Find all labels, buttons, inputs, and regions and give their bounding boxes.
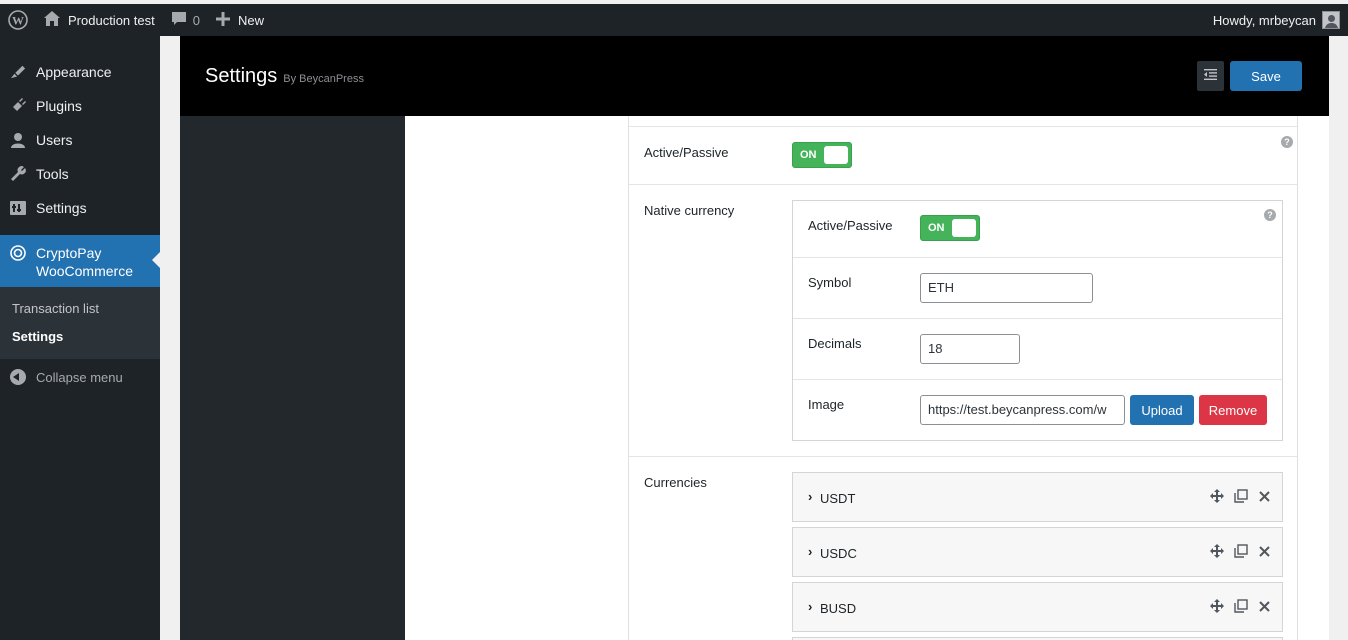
toggle-on-text: ON: [800, 149, 817, 161]
submenu-settings[interactable]: Settings: [0, 323, 160, 351]
close-icon[interactable]: [1257, 489, 1271, 503]
svg-text:W: W: [12, 14, 24, 28]
cryptopay-icon: [10, 245, 26, 261]
settings-nav-panel: [180, 116, 405, 640]
paintbrush-icon: [10, 64, 26, 80]
move-icon[interactable]: [1210, 599, 1224, 613]
plugin-icon: [10, 98, 26, 114]
collapse-menu-button[interactable]: Collapse menu: [0, 359, 160, 395]
image-url-input[interactable]: https://test.beycanpress.com/w: [920, 395, 1125, 425]
field-row-active-passive: Active/Passive ON ?: [629, 127, 1297, 185]
native-currency-label: Native currency: [644, 203, 735, 218]
sidebar-item-cryptopay[interactable]: CryptoPay WooCommerce: [0, 235, 160, 287]
page-title: Settings: [205, 64, 278, 87]
active-passive-toggle[interactable]: ON: [792, 142, 852, 168]
settings-panel: Settings By BeycanPress Save Active/Pass…: [180, 36, 1329, 640]
toggle-knob: [952, 219, 976, 237]
currency-name: USDT: [820, 491, 856, 506]
sidebar-item-tools[interactable]: Tools: [0, 157, 160, 191]
new-label: New: [237, 12, 264, 28]
chevron-right-icon[interactable]: ›: [808, 599, 812, 614]
duplicate-icon[interactable]: [1234, 544, 1248, 558]
list-indent-icon: [1204, 67, 1217, 85]
image-label: Image: [808, 397, 845, 412]
site-name-link[interactable]: Production test: [36, 4, 163, 36]
howdy-text: Howdy, mrbeycan: [1212, 12, 1316, 28]
sidebar-item-users[interactable]: Users: [0, 123, 160, 157]
decimals-input[interactable]: 18: [920, 334, 1020, 364]
field-row-native-currency: Native currency Active/Passive ON ? Symb…: [629, 185, 1297, 457]
wrench-icon: [10, 166, 26, 182]
chevron-right-icon[interactable]: ›: [808, 489, 812, 504]
main-area: Settings By BeycanPress Save Active/Pass…: [160, 36, 1348, 640]
menu-toggle-button[interactable]: [1197, 61, 1224, 91]
sidebar-item-label: Plugins: [36, 98, 82, 114]
save-button[interactable]: Save: [1230, 61, 1302, 91]
sidebar-item-label: Settings: [36, 200, 87, 216]
settings-header: Settings By BeycanPress Save: [180, 36, 1329, 116]
help-icon[interactable]: ?: [1281, 136, 1293, 148]
native-active-toggle[interactable]: ON: [920, 215, 980, 241]
native-decimals-row: Decimals 18: [793, 319, 1282, 380]
comments-count: 0: [192, 12, 200, 28]
site-name: Production test: [68, 12, 155, 28]
currency-item[interactable]: › USDC: [792, 527, 1283, 577]
wordpress-logo-icon[interactable]: W: [0, 4, 36, 36]
toggle-knob: [824, 146, 848, 164]
chevron-right-icon[interactable]: ›: [808, 544, 812, 559]
field-row-currencies: Currencies › USDT › USDC › BUSD: [629, 457, 1297, 640]
admin-sidebar: Appearance Plugins Users Tools Settings …: [0, 36, 160, 640]
native-active-row: Active/Passive ON ?: [793, 201, 1282, 258]
avatar: [1322, 11, 1340, 29]
duplicate-icon[interactable]: [1234, 599, 1248, 613]
symbol-label: Symbol: [808, 275, 852, 290]
sidebar-item-label: Tools: [36, 166, 69, 182]
users-icon: [10, 132, 26, 148]
comments-link[interactable]: 0: [163, 4, 208, 36]
admin-bar: W Production test 0 New Howdy, mrbeycan: [0, 4, 1348, 36]
symbol-input[interactable]: ETH: [920, 273, 1093, 303]
close-icon[interactable]: [1257, 544, 1271, 558]
sidebar-current-label-1: CryptoPay: [36, 245, 102, 261]
my-account[interactable]: Howdy, mrbeycan: [1213, 11, 1348, 29]
currencies-label: Currencies: [644, 475, 707, 490]
close-icon[interactable]: [1257, 599, 1271, 613]
toggle-on-text: ON: [928, 222, 945, 234]
move-icon[interactable]: [1210, 489, 1224, 503]
native-currency-group: Active/Passive ON ? Symbol ETH Decimals …: [792, 200, 1283, 441]
submenu-transaction-list[interactable]: Transaction list: [0, 295, 160, 323]
active-passive-label: Active/Passive: [644, 145, 729, 160]
settings-icon: [10, 200, 26, 216]
native-active-passive-label: Active/Passive: [808, 218, 893, 233]
move-icon[interactable]: [1210, 544, 1224, 558]
sidebar-item-label: Appearance: [36, 64, 112, 80]
page-subtitle: By BeycanPress: [283, 73, 364, 85]
sidebar-current-label-2: WooCommerce: [36, 263, 133, 279]
sidebar-item-settings[interactable]: Settings: [0, 191, 160, 225]
duplicate-icon[interactable]: [1234, 489, 1248, 503]
currency-name: BUSD: [820, 601, 857, 616]
currency-item[interactable]: › BUSD: [792, 582, 1283, 632]
currency-name: USDC: [820, 546, 857, 561]
native-image-row: Image https://test.beycanpress.com/w Upl…: [793, 380, 1282, 440]
sidebar-item-appearance[interactable]: Appearance: [0, 55, 160, 89]
sidebar-item-plugins[interactable]: Plugins: [0, 89, 160, 123]
settings-content: Active/Passive ON ? Native currency Acti…: [628, 116, 1298, 640]
native-symbol-row: Symbol ETH: [793, 258, 1282, 319]
comment-icon: [171, 11, 187, 30]
new-content-link[interactable]: New: [208, 4, 272, 36]
collapse-label: Collapse menu: [36, 369, 123, 385]
home-icon: [44, 11, 60, 29]
plus-icon: [215, 11, 230, 29]
sidebar-item-label: Users: [36, 132, 73, 148]
field-row-previous: [629, 116, 1297, 127]
sidebar-submenu: Transaction list Settings: [0, 287, 160, 359]
decimals-label: Decimals: [808, 336, 862, 351]
currency-item[interactable]: › USDT: [792, 472, 1283, 522]
upload-button[interactable]: Upload: [1130, 395, 1194, 425]
help-icon[interactable]: ?: [1264, 209, 1276, 221]
collapse-arrow-icon: [10, 369, 26, 385]
remove-button[interactable]: Remove: [1199, 395, 1267, 425]
